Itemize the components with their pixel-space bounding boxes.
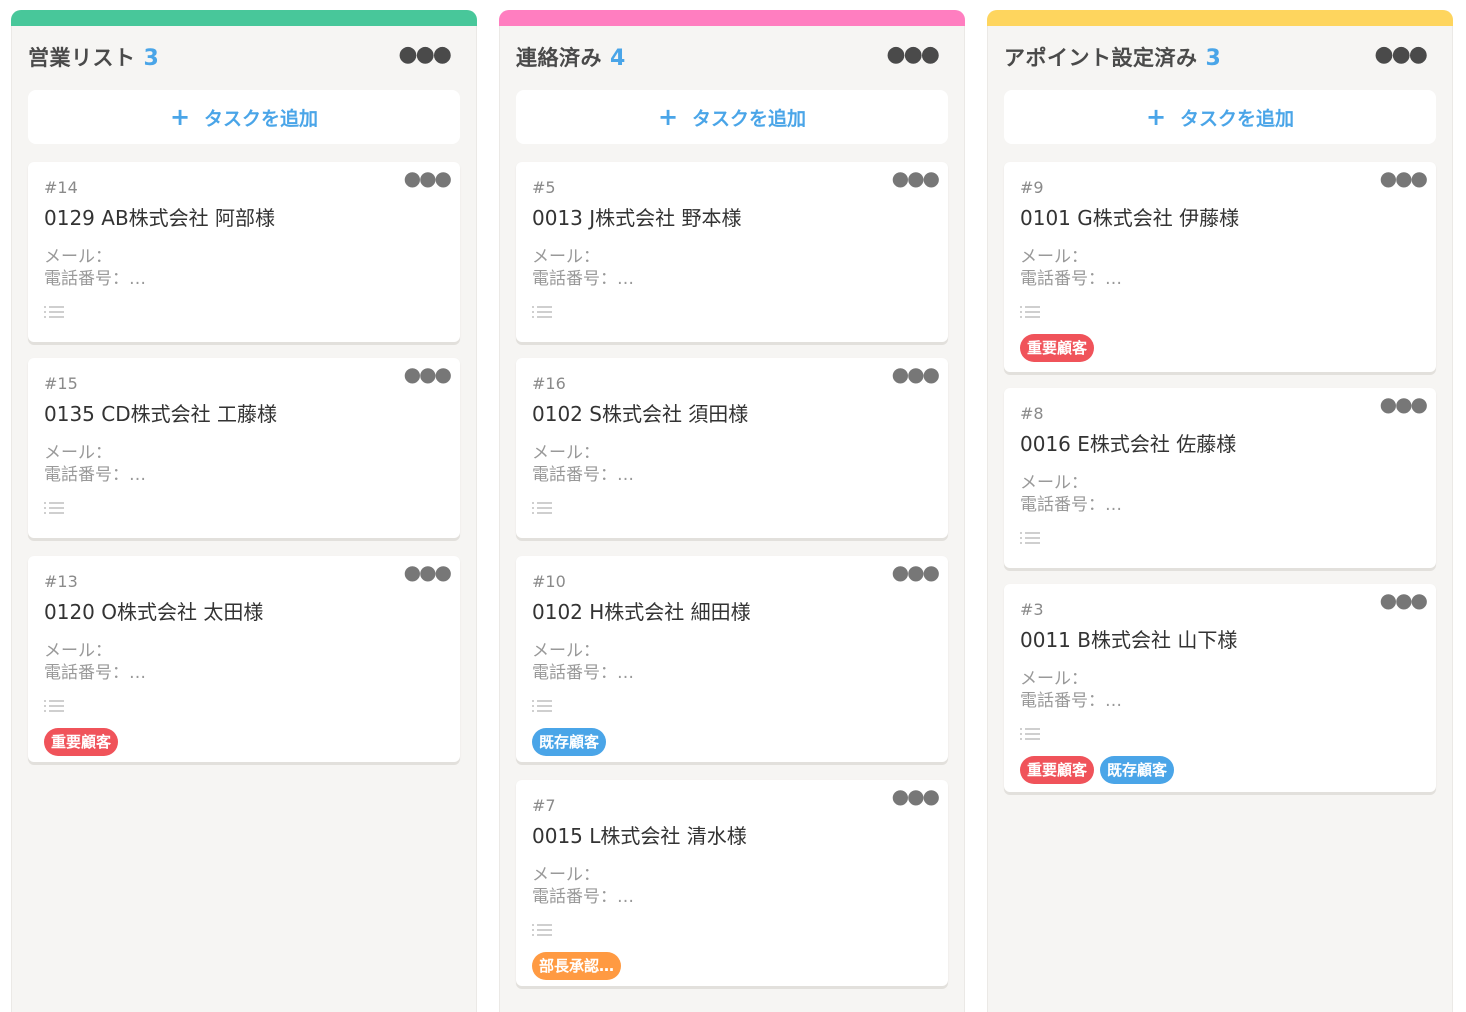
card-phone: 電話番号：… xyxy=(1020,269,1122,289)
column-header: 連絡済み 4 ●●● xyxy=(516,40,948,72)
column-count: 3 xyxy=(1205,46,1222,71)
tag-badge[interactable]: 重要顧客 xyxy=(44,728,119,756)
card-id: #7 xyxy=(532,796,556,815)
column-more-icon[interactable]: ●●● xyxy=(886,40,940,70)
card-more-icon[interactable]: ●●● xyxy=(404,560,452,584)
tag-badge[interactable]: 部長承認… xyxy=(532,952,622,980)
card-more-icon[interactable]: ●●● xyxy=(892,362,940,386)
card-more-icon[interactable]: ●●● xyxy=(892,784,940,808)
tag-badge[interactable]: 既存顧客 xyxy=(532,728,607,756)
add-task-label: タスクを追加 xyxy=(1180,107,1295,130)
card-title: 0101 G株式会社 伊藤様 xyxy=(1020,206,1240,230)
column-title: 営業リスト 3 xyxy=(28,46,160,71)
task-card[interactable]: ●●● #7 0015 L株式会社 清水様 メール： 電話番号：… 部長承認… xyxy=(516,780,948,986)
card-tags: 重要顧客 xyxy=(1020,334,1095,362)
list-icon xyxy=(1020,306,1040,320)
list-icon xyxy=(1020,532,1040,546)
card-title: 0016 E株式会社 佐藤様 xyxy=(1020,432,1237,456)
card-phone: 電話番号：… xyxy=(1020,495,1122,515)
column-more-icon[interactable]: ●●● xyxy=(1374,40,1428,70)
column-color-bar xyxy=(11,10,477,26)
task-card[interactable]: ●●● #13 0120 O株式会社 太田様 メール： 電話番号：… 重要顧客 xyxy=(28,556,460,762)
card-more-icon[interactable]: ●●● xyxy=(404,362,452,386)
card-id: #5 xyxy=(532,178,556,197)
list-icon xyxy=(1020,728,1040,742)
tag-badge[interactable]: 既存顧客 xyxy=(1100,756,1175,784)
card-id: #10 xyxy=(532,572,566,591)
task-card[interactable]: ●●● #16 0102 S株式会社 須田様 メール： 電話番号：… xyxy=(516,358,948,538)
list-icon xyxy=(532,700,552,714)
column-contacted: 連絡済み 4 ●●● + タスクを追加 ●●● #5 0013 J株式会社 野本様… xyxy=(499,10,965,1012)
list-icon xyxy=(532,306,552,320)
card-more-icon[interactable]: ●●● xyxy=(1380,588,1428,612)
card-more-icon[interactable]: ●●● xyxy=(1380,166,1428,190)
card-title: 0015 L株式会社 清水様 xyxy=(532,824,747,848)
tag-badge[interactable]: 重要顧客 xyxy=(1020,334,1095,362)
card-tags: 既存顧客 xyxy=(532,728,607,756)
column-color-bar xyxy=(987,10,1453,26)
add-task-label: タスクを追加 xyxy=(692,107,807,130)
list-icon xyxy=(44,700,64,714)
list-icon xyxy=(44,502,64,516)
card-id: #9 xyxy=(1020,178,1044,197)
card-tags: 重要顧客 xyxy=(44,728,119,756)
card-more-icon[interactable]: ●●● xyxy=(892,166,940,190)
card-phone: 電話番号：… xyxy=(532,269,634,289)
card-title: 0120 O株式会社 太田様 xyxy=(44,600,264,624)
column-appointment-set: アポイント設定済み 3 ●●● + タスクを追加 ●●● #9 0101 G株式会… xyxy=(987,10,1453,1012)
column-header: 営業リスト 3 ●●● xyxy=(28,40,460,72)
column-sales-list: 営業リスト 3 ●●● + タスクを追加 ●●● #14 0129 AB株式会社 … xyxy=(11,10,477,1012)
plus-icon: + xyxy=(1145,103,1167,131)
column-color-bar xyxy=(499,10,965,26)
add-task-button[interactable]: + タスクを追加 xyxy=(28,90,460,144)
card-phone: 電話番号：… xyxy=(44,465,146,485)
card-more-icon[interactable]: ●●● xyxy=(1380,392,1428,416)
card-title: 0011 B株式会社 山下様 xyxy=(1020,628,1238,652)
column-header: アポイント設定済み 3 ●●● xyxy=(1004,40,1436,72)
card-phone: 電話番号：… xyxy=(532,663,634,683)
tag-badge[interactable]: 重要顧客 xyxy=(1020,756,1095,784)
card-phone: 電話番号：… xyxy=(532,887,634,907)
column-title: アポイント設定済み 3 xyxy=(1004,46,1222,71)
column-count: 4 xyxy=(610,46,626,71)
add-task-button[interactable]: + タスクを追加 xyxy=(1004,90,1436,144)
card-title: 0135 CD株式会社 工藤様 xyxy=(44,402,277,426)
card-phone: 電話番号：… xyxy=(532,465,634,485)
card-more-icon[interactable]: ●●● xyxy=(892,560,940,584)
plus-icon: + xyxy=(657,103,679,131)
card-phone: 電話番号：… xyxy=(44,269,146,289)
column-title: 連絡済み 4 xyxy=(516,46,626,71)
column-more-icon[interactable]: ●●● xyxy=(398,40,452,70)
task-card[interactable]: ●●● #8 0016 E株式会社 佐藤様 メール： 電話番号：… xyxy=(1004,388,1436,568)
card-phone: 電話番号：… xyxy=(44,663,146,683)
list-icon xyxy=(44,306,64,320)
card-phone: 電話番号：… xyxy=(1020,691,1122,711)
card-id: #16 xyxy=(532,374,566,393)
card-tags: 重要顧客 既存顧客 xyxy=(1020,756,1175,784)
task-card[interactable]: ●●● #3 0011 B株式会社 山下様 メール： 電話番号：… 重要顧客 既… xyxy=(1004,584,1436,792)
list-icon xyxy=(532,502,552,516)
card-id: #8 xyxy=(1020,404,1044,423)
card-title: 0102 S株式会社 須田様 xyxy=(532,402,749,426)
card-id: #15 xyxy=(44,374,78,393)
card-title: 0129 AB株式会社 阿部様 xyxy=(44,206,276,230)
task-card[interactable]: ●●● #9 0101 G株式会社 伊藤様 メール： 電話番号：… 重要顧客 xyxy=(1004,162,1436,372)
add-task-button[interactable]: + タスクを追加 xyxy=(516,90,948,144)
card-tags: 部長承認… xyxy=(532,952,622,980)
column-count: 3 xyxy=(143,46,160,71)
card-title: 0102 H株式会社 細田様 xyxy=(532,600,751,624)
task-card[interactable]: ●●● #10 0102 H株式会社 細田様 メール： 電話番号：… 既存顧客 xyxy=(516,556,948,762)
task-card[interactable]: ●●● #5 0013 J株式会社 野本様 メール： 電話番号：… xyxy=(516,162,948,342)
card-id: #14 xyxy=(44,178,78,197)
card-title: 0013 J株式会社 野本様 xyxy=(532,206,742,230)
card-id: #3 xyxy=(1020,600,1044,619)
task-card[interactable]: ●●● #15 0135 CD株式会社 工藤様 メール： 電話番号：… xyxy=(28,358,460,538)
kanban-board: 営業リスト 3 ●●● + タスクを追加 ●●● #14 0129 AB株式会社 … xyxy=(0,0,1466,1012)
plus-icon: + xyxy=(169,103,191,131)
add-task-label: タスクを追加 xyxy=(204,107,319,130)
task-card[interactable]: ●●● #14 0129 AB株式会社 阿部様 メール： 電話番号：… xyxy=(28,162,460,342)
card-more-icon[interactable]: ●●● xyxy=(404,166,452,190)
list-icon xyxy=(532,924,552,938)
card-id: #13 xyxy=(44,572,78,591)
